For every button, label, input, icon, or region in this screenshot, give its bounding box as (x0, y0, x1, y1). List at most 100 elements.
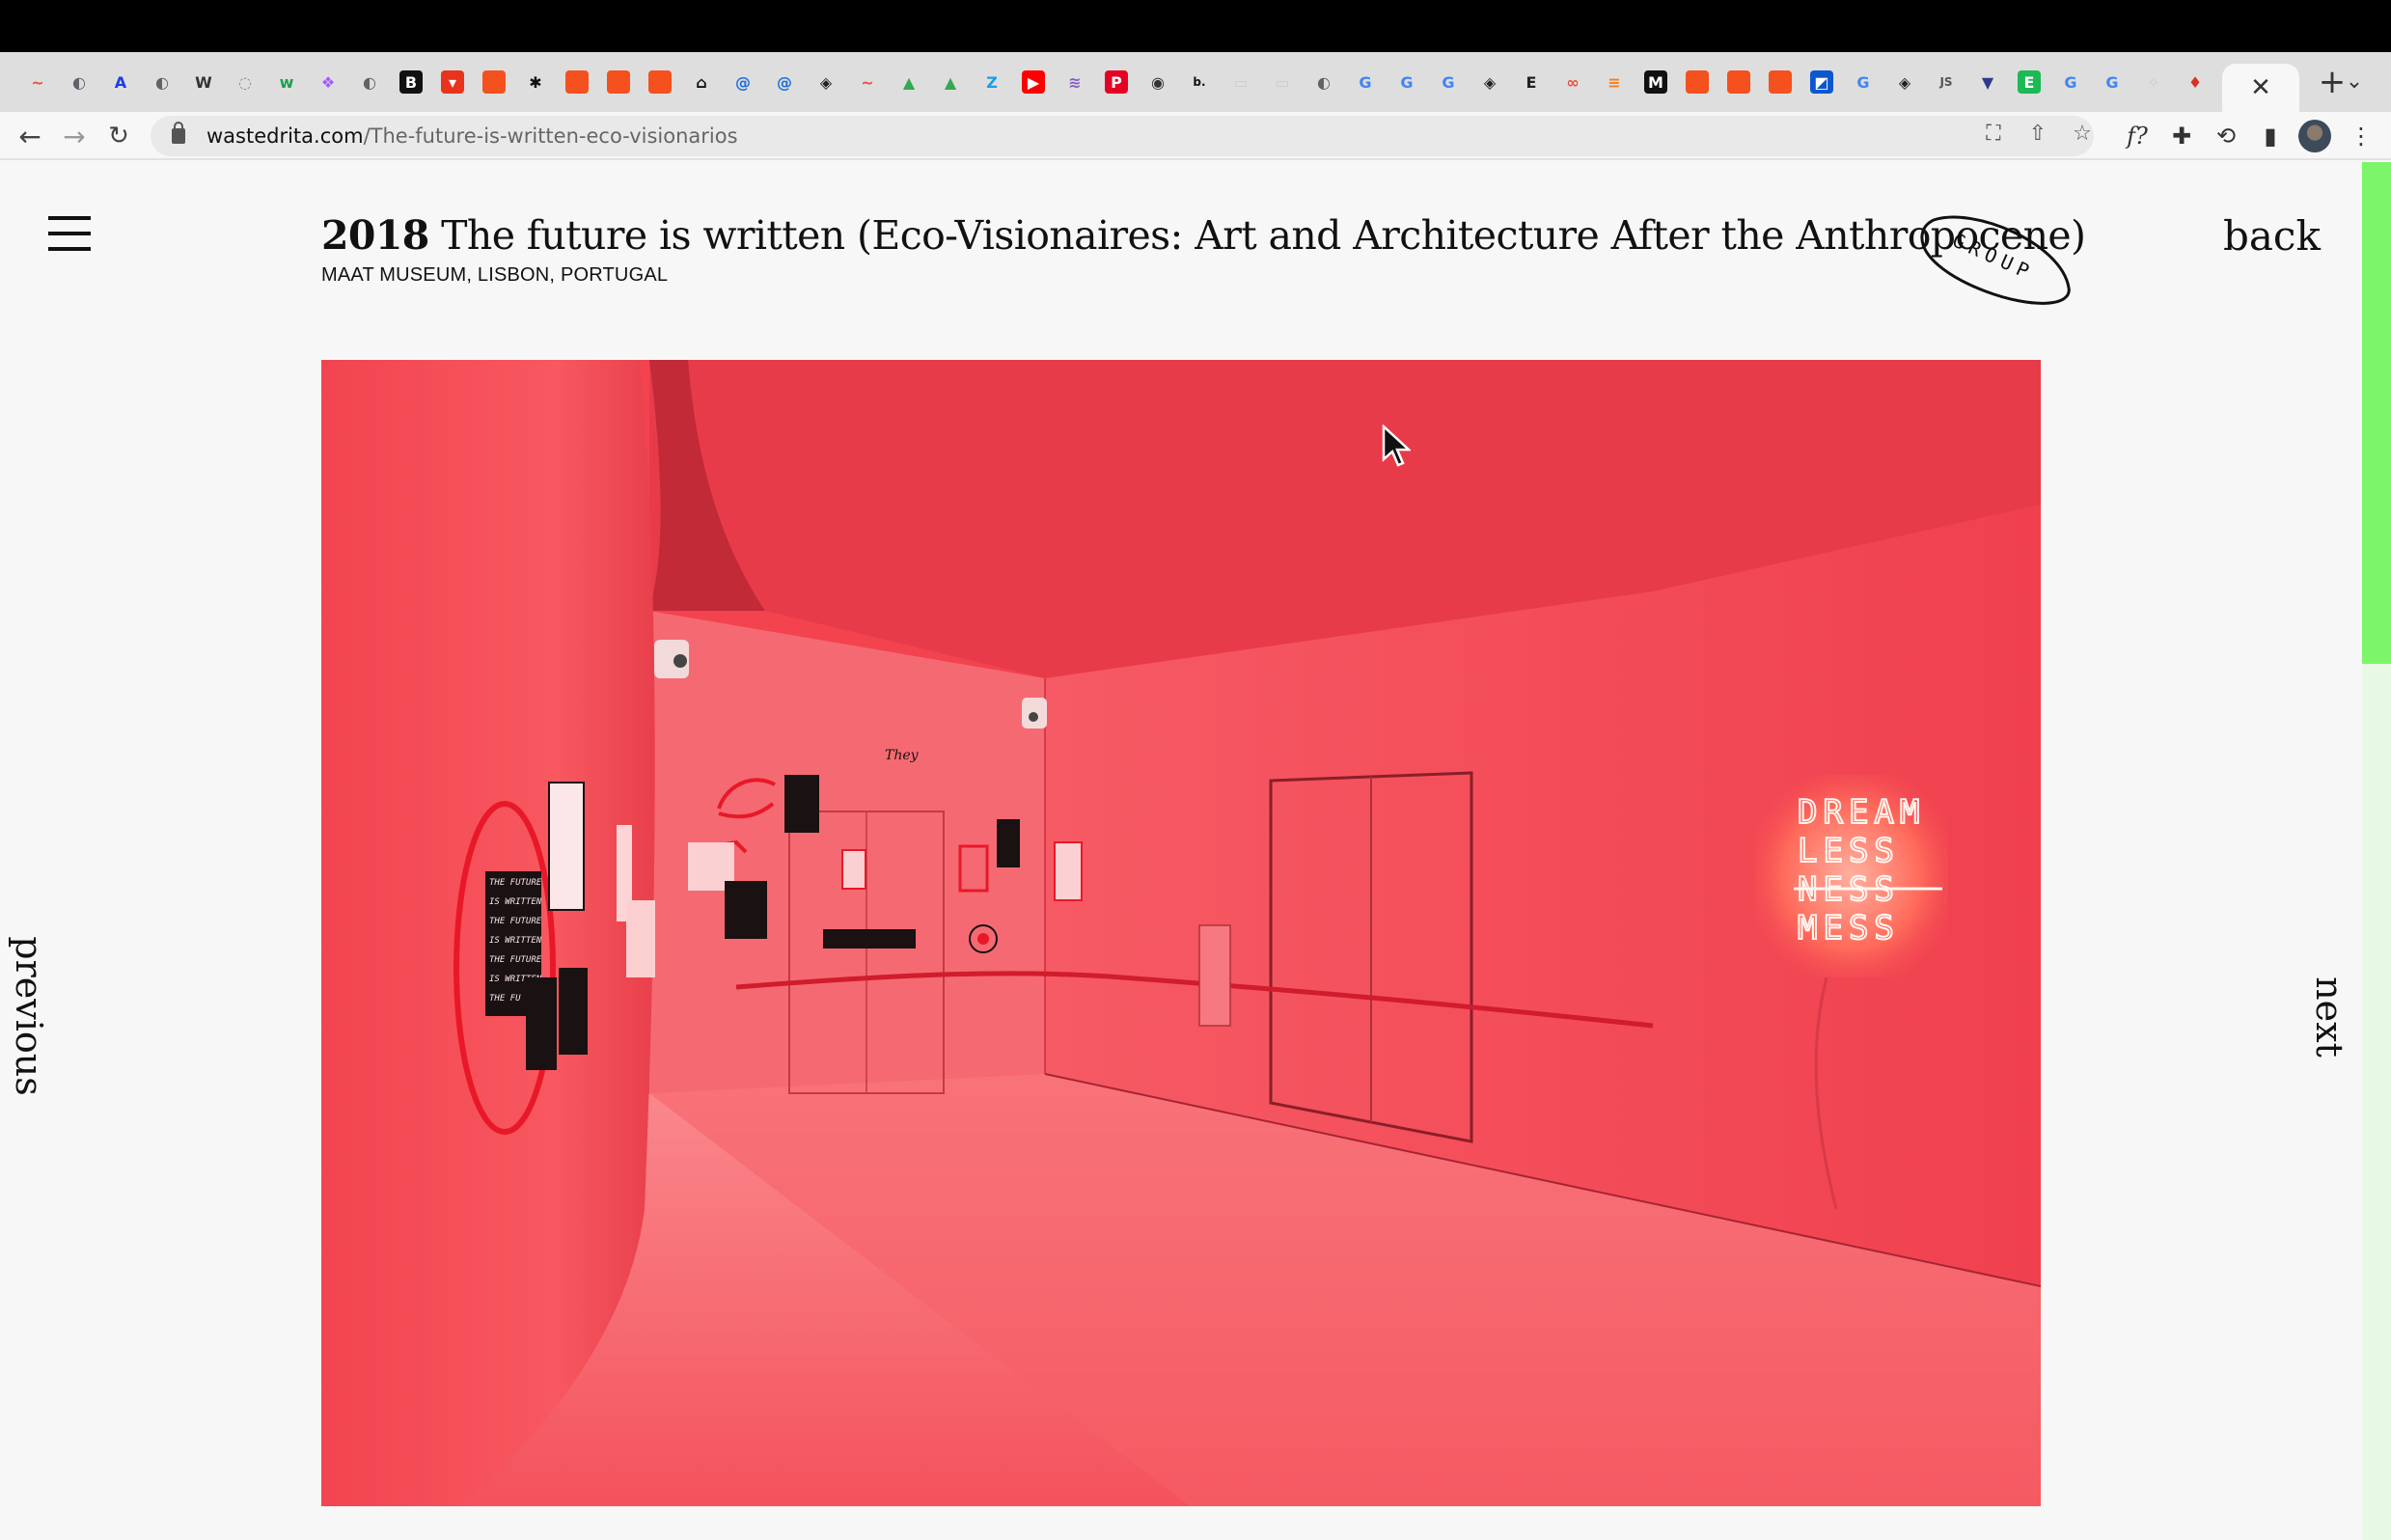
pin-icon: ♦ (2187, 72, 2203, 92)
page-title: 2018 The future is written (Eco-Visionai… (321, 212, 2086, 259)
youtube-icon: ▶ (1022, 70, 1045, 94)
tab-48[interactable]: ▼ (1967, 62, 2008, 102)
forward-arrow-icon[interactable]: → (54, 116, 95, 156)
google-icon: G (1400, 72, 1414, 92)
tab-5[interactable]: W (183, 62, 224, 102)
tab-12[interactable] (474, 62, 514, 102)
extensions-puzzle-icon[interactable]: ✚ (2163, 118, 2200, 154)
page-scrollbar-thumb[interactable] (2362, 664, 2391, 1540)
tab-45[interactable]: G (1843, 62, 1883, 102)
back-arrow-icon[interactable]: ← (10, 116, 50, 156)
tab-6[interactable]: ◌ (225, 62, 265, 102)
spinner-icon: ◌ (238, 72, 252, 92)
browser-toolbar: ← → ↻ wastedrita.com/The-future-is-writt… (0, 112, 2391, 160)
tab-11[interactable]: ▾ (432, 62, 473, 102)
tab-24[interactable]: Z (972, 62, 1012, 102)
tab-43[interactable] (1760, 62, 1800, 102)
tab-13[interactable]: ✱ (515, 62, 556, 102)
blank-icon: ▭ (1275, 72, 1290, 92)
tab-41[interactable] (1677, 62, 1718, 102)
tab-21[interactable]: ~ (847, 62, 888, 102)
tab-9[interactable]: ◐ (349, 62, 390, 102)
blank-icon: ▭ (1233, 72, 1249, 92)
tab-27[interactable]: P (1096, 62, 1137, 102)
tab-23[interactable]: ▲ (930, 62, 971, 102)
tab-29[interactable]: b. (1179, 62, 1220, 102)
tab-20[interactable]: ◈ (806, 62, 846, 102)
tab-10[interactable]: B (391, 62, 431, 102)
tab-39[interactable]: ≡ (1594, 62, 1635, 102)
tab-35[interactable]: G (1428, 62, 1469, 102)
next-label: next (2308, 976, 2350, 1058)
codepen-icon: ◈ (1898, 72, 1911, 92)
letter-m-icon: M (1644, 70, 1667, 94)
tab-4[interactable]: ◐ (142, 62, 182, 102)
tab-36[interactable]: ◈ (1470, 62, 1510, 102)
tab-1[interactable]: ~ (17, 62, 58, 102)
svg-text:They: They (885, 748, 920, 763)
font-ninja-icon[interactable]: f? (2119, 118, 2156, 154)
lock-icon[interactable] (172, 122, 185, 144)
square-icon (1686, 70, 1709, 94)
browser-menu-icon[interactable]: ⋮ (2343, 118, 2379, 154)
translate-icon[interactable]: ⛶ (1976, 116, 2011, 151)
tab-40[interactable]: M (1635, 62, 1676, 102)
hamburger-menu-icon[interactable] (48, 216, 91, 251)
tab-2[interactable]: ◐ (59, 62, 99, 102)
tab-47[interactable]: JS (1926, 62, 1966, 102)
tab-15[interactable] (598, 62, 639, 102)
tab-32[interactable]: ◐ (1304, 62, 1344, 102)
tab-53[interactable]: ♦ (2175, 62, 2215, 102)
swirl-icon: ~ (31, 72, 44, 92)
exhibition-venue: MAAT MUSEUM, LISBON, PORTUGAL (321, 264, 669, 286)
tab-19[interactable]: @ (764, 62, 805, 102)
tab-16[interactable] (640, 62, 680, 102)
back-link[interactable]: back (2223, 212, 2321, 260)
tab-22[interactable]: ▲ (889, 62, 929, 102)
square-icon (1727, 70, 1750, 94)
swirl-icon: ∞ (1566, 72, 1580, 92)
url-path: /The-future-is-written-eco-visionarios (363, 124, 738, 148)
tab-8[interactable]: ❖ (308, 62, 348, 102)
previous-link[interactable]: previous (8, 934, 50, 1098)
tab-26[interactable]: ≋ (1055, 62, 1095, 102)
tab-search-chevron-icon[interactable]: ⌄ (2335, 60, 2374, 102)
tab-18[interactable]: @ (723, 62, 763, 102)
tab-28[interactable]: ◉ (1138, 62, 1178, 102)
tab-34[interactable]: G (1387, 62, 1427, 102)
tab-17[interactable]: ⌂ (681, 62, 722, 102)
tab-46[interactable]: ◈ (1884, 62, 1925, 102)
share-icon[interactable]: ⇧ (2020, 116, 2055, 151)
google-icon: G (1442, 72, 1455, 92)
tab-52[interactable]: ✧ (2133, 62, 2174, 102)
tab-42[interactable] (1718, 62, 1759, 102)
reload-icon[interactable]: ↻ (98, 116, 139, 156)
google-icon: G (2105, 72, 2119, 92)
tab-38[interactable]: ∞ (1553, 62, 1593, 102)
tab-51[interactable]: G (2092, 62, 2132, 102)
google-icon: G (2064, 72, 2077, 92)
poster-line: IS WRITTEN (489, 897, 542, 907)
tab-7[interactable]: w (266, 62, 307, 102)
tab-25[interactable]: ▶ (1013, 62, 1054, 102)
tab-14[interactable] (557, 62, 597, 102)
neon-line: MESS (1798, 909, 1900, 948)
letter-w-icon: W (195, 72, 212, 92)
profile-avatar[interactable] (2298, 120, 2331, 152)
tab-30[interactable]: ▭ (1221, 62, 1261, 102)
tab-37[interactable]: E (1511, 62, 1552, 102)
tab-49[interactable]: E (2009, 62, 2049, 102)
tab-50[interactable]: G (2050, 62, 2091, 102)
tab-33[interactable]: G (1345, 62, 1386, 102)
tab-3[interactable]: A (100, 62, 141, 102)
tab-44[interactable]: ◩ (1801, 62, 1842, 102)
globe-icon: ◐ (363, 72, 376, 92)
side-panel-icon[interactable]: ▮ (2252, 118, 2289, 154)
tab-31[interactable]: ▭ (1262, 62, 1303, 102)
bookmark-star-icon[interactable]: ☆ (2065, 116, 2100, 151)
address-bar[interactable]: wastedrita.com/The-future-is-written-eco… (151, 116, 2094, 156)
next-link[interactable]: next (2308, 969, 2350, 1065)
active-tab-close-icon[interactable]: ✕ (2222, 64, 2299, 112)
group-badge: GROUP (1916, 206, 2075, 311)
sync-icon[interactable]: ⟲ (2208, 118, 2244, 154)
